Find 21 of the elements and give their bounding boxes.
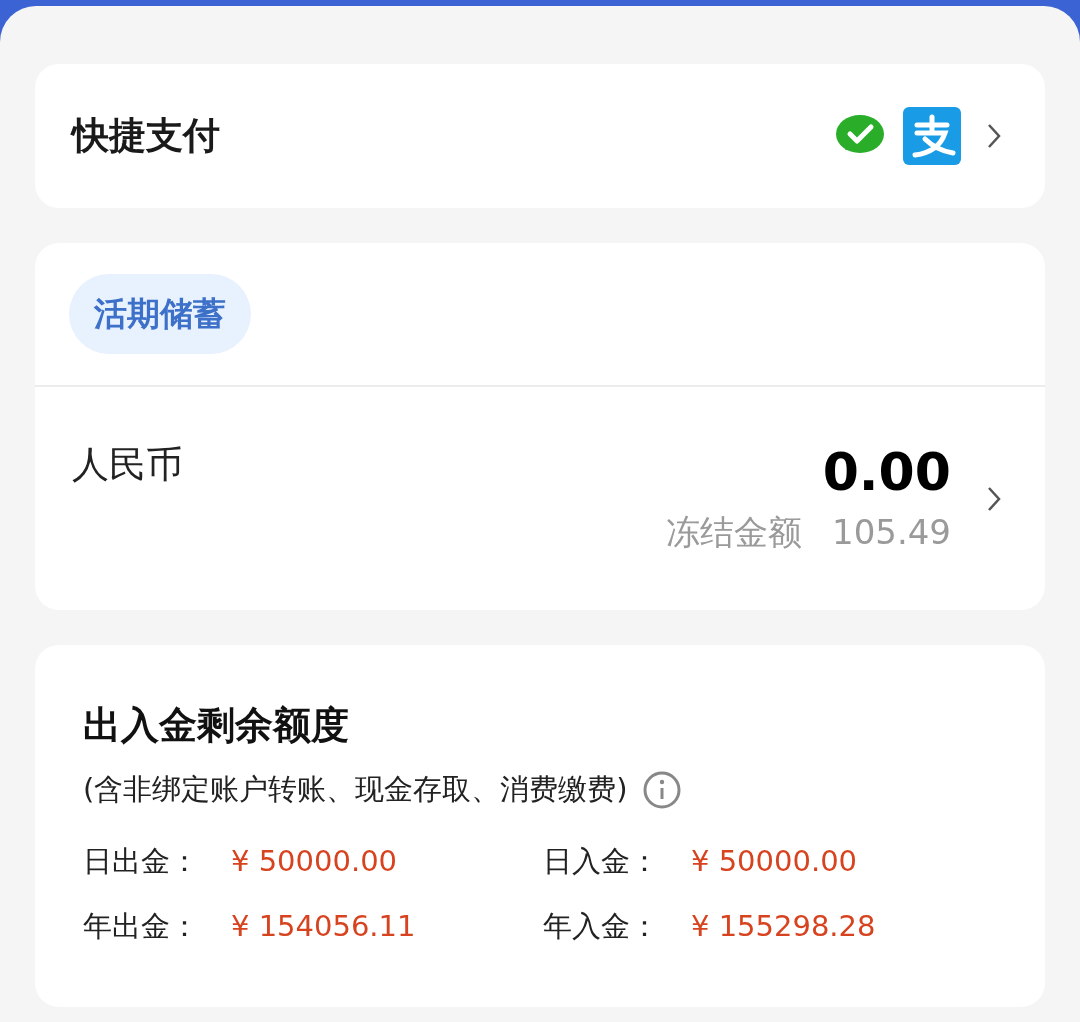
limit-label: 日入金： xyxy=(543,842,660,880)
limits-note: (含非绑定账户转账、现金存取、消费缴费) xyxy=(83,771,628,808)
currency-label: 人民币 xyxy=(72,442,184,488)
balance-amount: 0.00 xyxy=(822,440,951,504)
limit-amount: ¥ 50000.00 xyxy=(691,842,858,880)
chevron-right-icon xyxy=(987,485,1001,512)
chevron-right-icon xyxy=(987,123,1001,149)
limit-amount: ¥ 154056.11 xyxy=(231,908,416,945)
limit-amount: ¥ 155298.28 xyxy=(691,908,876,945)
limit-label: 年入金： xyxy=(543,908,660,945)
limit-label: 日出金： xyxy=(83,842,200,880)
frozen-label: 冻结金额 xyxy=(666,510,803,554)
limit-label: 年出金： xyxy=(83,908,200,945)
info-icon[interactable] xyxy=(641,769,682,810)
quick-pay-title: 快捷支付 xyxy=(72,113,221,160)
frozen-amount: 105.49 xyxy=(832,510,951,554)
savings-tab[interactable]: 活期储蓄 xyxy=(69,274,251,354)
payment-app-icon xyxy=(903,107,961,165)
limit-amount: ¥ 50000.00 xyxy=(231,842,398,880)
limits-title: 出入金剩余额度 xyxy=(83,702,350,749)
quick-pay-card[interactable]: 快捷支付 xyxy=(35,64,1045,208)
